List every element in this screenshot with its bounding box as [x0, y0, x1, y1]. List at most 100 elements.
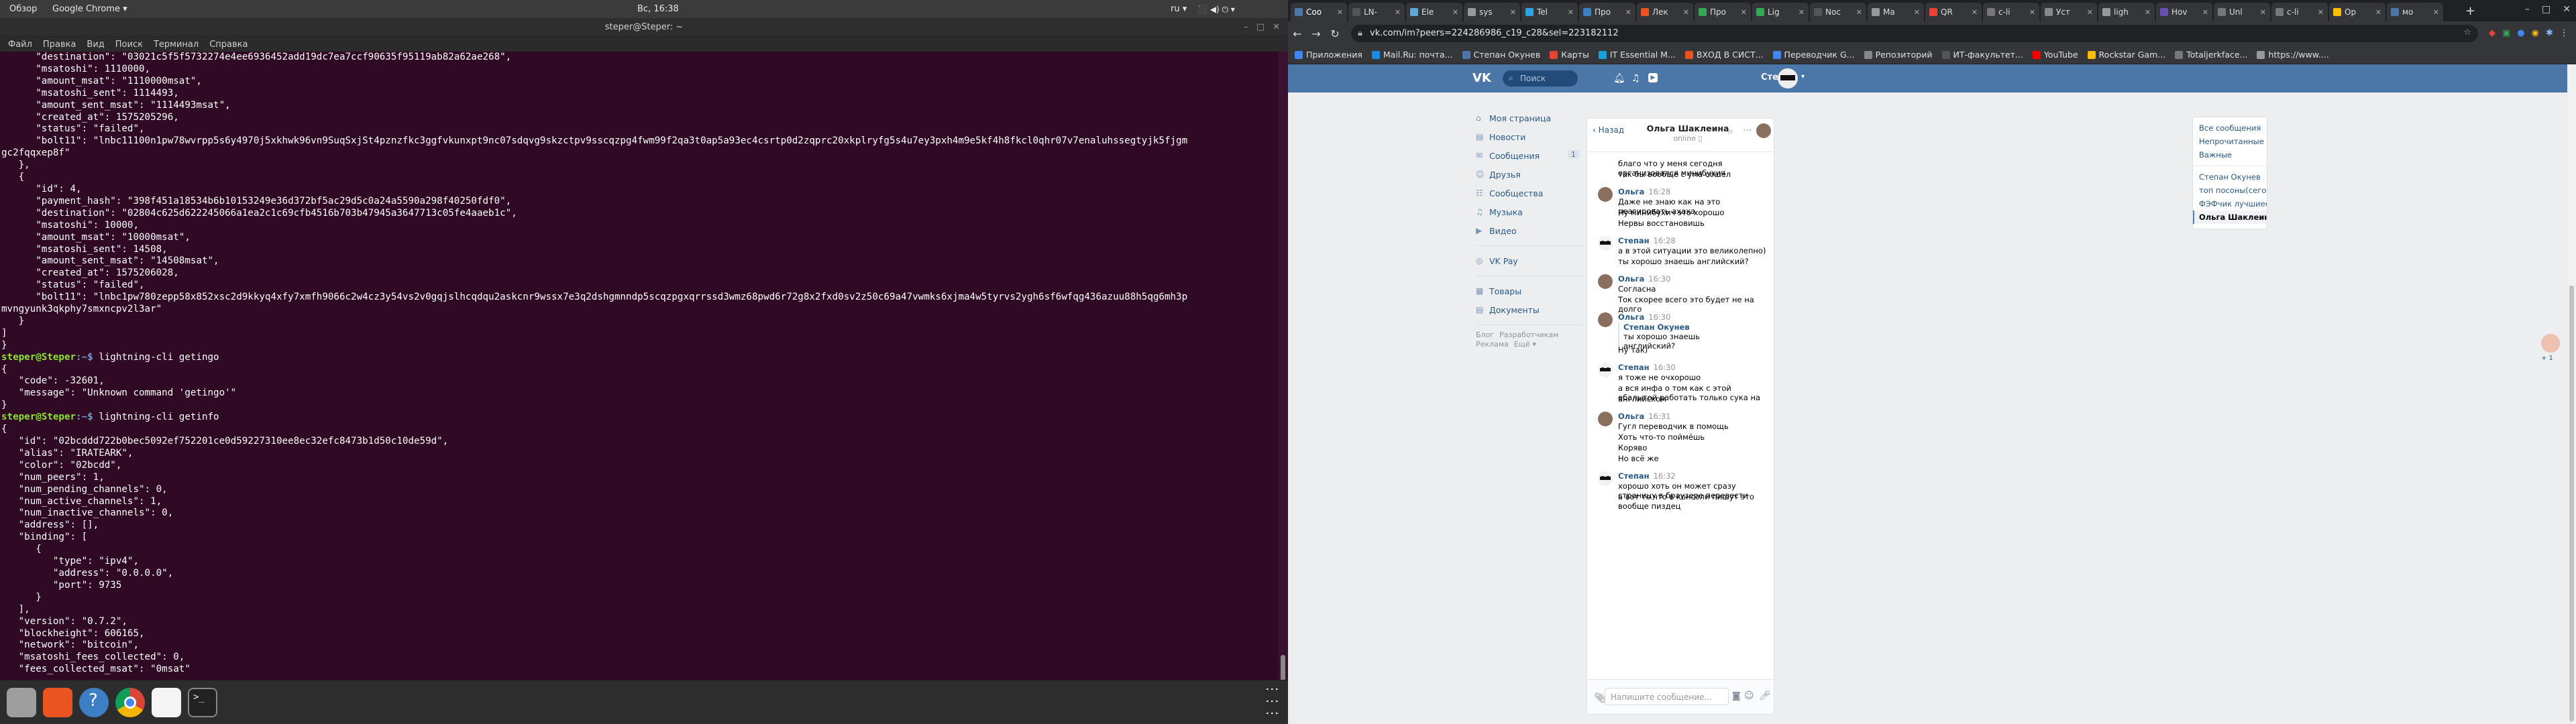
- help-icon[interactable]: ?: [79, 688, 109, 717]
- menu-item[interactable]: Вид: [87, 40, 104, 50]
- browser-tab[interactable]: ligh ✕: [2098, 3, 2155, 21]
- music-icon[interactable]: ♫: [1631, 73, 1640, 84]
- forward-icon[interactable]: →: [1307, 27, 1326, 40]
- bookmark-item[interactable]: IT Essential M...: [1598, 50, 1676, 60]
- close-icon[interactable]: ✕: [1683, 8, 1689, 17]
- bookmark-item[interactable]: Переводчик G...: [1772, 50, 1855, 60]
- camera-icon[interactable]: ◙: [1732, 691, 1741, 701]
- message-author[interactable]: Ольга 16:30: [1618, 274, 1769, 284]
- footer-link[interactable]: Разработчикам: [1499, 330, 1558, 339]
- close-icon[interactable]: ✕: [1856, 8, 1862, 17]
- nav-item[interactable]: ◎ VK Pay: [1476, 251, 1583, 270]
- close-icon[interactable]: ✕: [1741, 8, 1747, 17]
- avatar[interactable]: [1598, 363, 1613, 377]
- close-icon[interactable]: ✕: [2375, 8, 2381, 17]
- avatar[interactable]: [1598, 236, 1613, 251]
- new-tab-button[interactable]: +: [2465, 4, 2475, 18]
- close-icon[interactable]: ✕: [1510, 8, 1516, 17]
- close-icon[interactable]: ✕: [2145, 8, 2151, 17]
- extension-icon[interactable]: ◆: [2489, 28, 2496, 38]
- smile-icon[interactable]: ☺: [1744, 690, 1754, 701]
- terminal-output[interactable]: "destination": "03021c5f5f5732274e4ee693…: [0, 52, 1278, 680]
- app-grid-icon[interactable]: ⋮⋮⋮: [1265, 682, 1281, 719]
- nav-item[interactable]: ✉ Сообщения 1: [1476, 146, 1583, 165]
- nav-item[interactable]: ▤ Документы: [1476, 300, 1583, 319]
- avatar[interactable]: [1598, 312, 1613, 327]
- nav-item[interactable]: ▦ Товары: [1476, 282, 1583, 300]
- app-menu[interactable]: Google Chrome ▾: [52, 4, 127, 14]
- menu-item[interactable]: Поиск: [115, 40, 143, 50]
- software-center-icon[interactable]: [43, 688, 72, 717]
- footer-link[interactable]: Блог: [1476, 330, 1494, 339]
- bell-icon[interactable]: 🔔︎: [1613, 73, 1625, 84]
- close-icon[interactable]: ✕: [1972, 8, 1978, 17]
- footer-link[interactable]: Ещё ▾: [1514, 340, 1536, 349]
- terminal-scrollbar[interactable]: [1278, 52, 1288, 722]
- browser-tab[interactable]: Ma ✕: [1868, 3, 1924, 21]
- close-icon[interactable]: ✕: [2202, 8, 2208, 17]
- bookmark-item[interactable]: ВХОД В СИСТ...: [1684, 50, 1764, 60]
- terminal-icon[interactable]: >_: [188, 688, 217, 717]
- maximize-icon[interactable]: □: [2542, 4, 2551, 15]
- browser-tab[interactable]: мо ✕: [2387, 3, 2443, 21]
- reload-icon[interactable]: ↻: [1326, 27, 1344, 40]
- extension-icon[interactable]: ●: [2517, 28, 2524, 38]
- browser-tab[interactable]: LN- ✕: [1348, 3, 1405, 21]
- browser-tab[interactable]: QR ✕: [1925, 3, 1982, 21]
- conversation-item-active[interactable]: Ольга Шаклеина: [2193, 210, 2267, 224]
- bookmark-item[interactable]: ИТ-факультет...: [1941, 50, 2023, 60]
- conversation-filter[interactable]: Непрочитанные: [2193, 135, 2267, 148]
- chat-title[interactable]: Ольга Шаклеина: [1641, 123, 1735, 133]
- bookmark-item[interactable]: Карты: [1550, 50, 1589, 60]
- files-icon[interactable]: [7, 688, 36, 717]
- close-icon[interactable]: ✕: [2029, 8, 2035, 17]
- page-scrollbar[interactable]: [2567, 64, 2576, 724]
- back-icon[interactable]: ←: [1288, 27, 1307, 40]
- address-bar[interactable]: 🔒︎ vk.com/im?peers=224286986_c19_c28&sel…: [1351, 25, 2478, 42]
- activities-button[interactable]: Обзор: [9, 4, 37, 14]
- browser-tab[interactable]: Ор ✕: [2329, 3, 2385, 21]
- close-icon[interactable]: ✕: [1799, 8, 1805, 17]
- message-author[interactable]: Степан 16:30: [1618, 363, 1769, 372]
- browser-tab[interactable]: Ele ✕: [1406, 3, 1462, 21]
- nav-item[interactable]: ▶ Видео: [1476, 221, 1583, 240]
- search-icon[interactable]: ⌕: [1728, 127, 1733, 137]
- chrome-icon[interactable]: [115, 688, 145, 717]
- more-icon[interactable]: ···: [1743, 125, 1752, 136]
- nav-item[interactable]: ☺ Друзья: [1476, 165, 1583, 184]
- back-button[interactable]: ‹ Назад: [1593, 125, 1624, 135]
- avatar[interactable]: [1778, 68, 1798, 88]
- chevron-down-icon[interactable]: ▾: [1801, 73, 1805, 80]
- extension-icon[interactable]: ◉: [2532, 28, 2539, 38]
- bookmark-item[interactable]: https://www....: [2257, 50, 2329, 60]
- clock[interactable]: Вс, 16:38: [637, 4, 679, 14]
- nav-item[interactable]: ⌂ Моя страница: [1476, 109, 1583, 127]
- extension-icon[interactable]: ✱: [2546, 28, 2553, 38]
- conversation-filter[interactable]: топ посоны(сегодня вечер...: [2193, 184, 2267, 197]
- avatar[interactable]: [1598, 471, 1613, 486]
- avatar[interactable]: [2541, 334, 2560, 353]
- bookmark-star-icon[interactable]: ☆: [2463, 27, 2471, 38]
- bookmark-item[interactable]: Приложения: [1295, 50, 1362, 60]
- browser-tab[interactable]: sys ✕: [1464, 3, 1520, 21]
- conversation-filter[interactable]: Важные: [2193, 148, 2267, 162]
- nav-item[interactable]: ▤ Новости: [1476, 127, 1583, 146]
- close-icon[interactable]: ✕: [1273, 22, 1280, 32]
- close-icon[interactable]: ✕: [1914, 8, 1920, 17]
- lock-icon[interactable]: 🔒︎: [1358, 28, 1362, 38]
- browser-tab[interactable]: Noc ✕: [1810, 3, 1866, 21]
- bookmark-item[interactable]: Репозиторий: [1864, 50, 1933, 60]
- bookmark-item[interactable]: Mail.Ru: почта...: [1371, 50, 1453, 60]
- close-icon[interactable]: ✕: [1337, 8, 1343, 17]
- conversation-filter[interactable]: Степан Окунев: [2193, 170, 2267, 184]
- browser-tab[interactable]: Lig ✕: [1752, 3, 1809, 21]
- keyboard-layout[interactable]: ru ▾: [1171, 4, 1187, 14]
- browser-tab[interactable]: Про ✕: [1695, 3, 1751, 21]
- bookmark-item[interactable]: Степан Окунев: [1462, 50, 1540, 60]
- browser-tab[interactable]: Лек ✕: [1637, 3, 1693, 21]
- close-icon[interactable]: ✕: [2563, 4, 2571, 15]
- text-editor-icon[interactable]: [152, 688, 181, 717]
- microphone-icon[interactable]: 🎤︎: [1759, 690, 1771, 701]
- minimize-icon[interactable]: –: [2525, 4, 2530, 15]
- footer-link[interactable]: Реклама: [1476, 340, 1509, 349]
